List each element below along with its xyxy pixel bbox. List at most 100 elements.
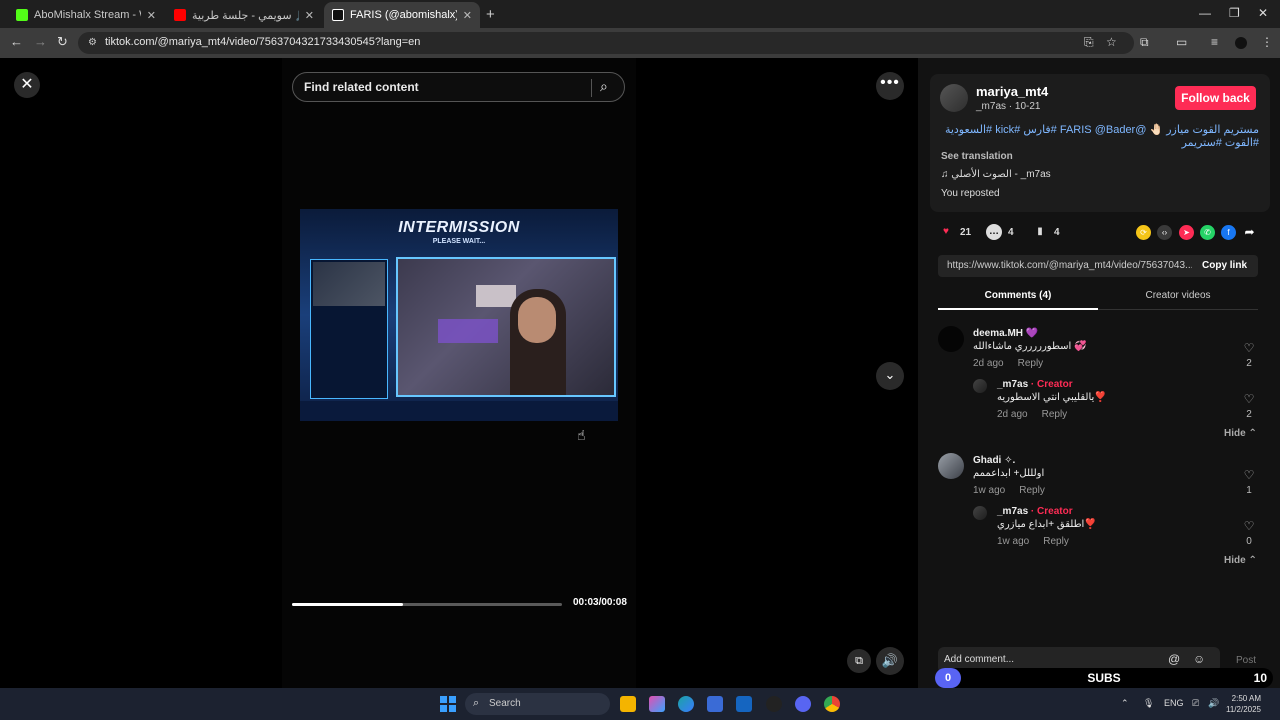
post-comment-button[interactable]: Post xyxy=(1236,655,1256,666)
copilot-icon[interactable] xyxy=(649,696,665,712)
comment-like-count: 2 xyxy=(1246,358,1252,369)
hide-replies-button[interactable]: Hide ⌃ xyxy=(1224,555,1257,566)
avatar[interactable] xyxy=(938,453,964,479)
whatsapp-icon[interactable]: ✆ xyxy=(1200,225,1215,240)
video-link[interactable]: https://www.tiktok.com/@mariya_mt4/video… xyxy=(947,260,1192,271)
subs-label: SUBS xyxy=(1087,671,1121,685)
volume-icon[interactable]: 🔊 xyxy=(1208,698,1219,709)
reload-icon[interactable]: ↻ xyxy=(57,34,68,50)
bookmark-star-icon[interactable]: ☆ xyxy=(1106,35,1117,49)
mouse-cursor-icon: ☝ xyxy=(577,427,586,443)
see-translation-link[interactable]: See translation xyxy=(941,151,1013,162)
media-control-icon[interactable]: ≡ xyxy=(1211,35,1218,49)
tray-overflow-icon[interactable]: ⌃ xyxy=(1121,698,1129,709)
comment-time: 1w ago xyxy=(973,485,1006,496)
comment-like-icon[interactable]: ♡ xyxy=(1242,341,1256,355)
search-placeholder: Find related content xyxy=(304,80,419,94)
comment-button[interactable]: … 4 xyxy=(986,224,1014,240)
reply-button[interactable]: Reply xyxy=(1042,409,1068,420)
embed-icon[interactable]: ‹› xyxy=(1157,225,1172,240)
avatar[interactable] xyxy=(938,326,964,352)
picture-in-picture-button[interactable]: ⧉ xyxy=(847,649,871,673)
close-tab-icon[interactable]: ✕ xyxy=(463,9,472,22)
windows-start-icon[interactable] xyxy=(440,696,456,712)
window-close-icon[interactable]: ✕ xyxy=(1258,6,1268,20)
restore-icon[interactable]: ❐ xyxy=(1229,6,1240,20)
mention-icon[interactable]: @ xyxy=(1168,652,1180,666)
comment-username[interactable]: _m7as · Creator xyxy=(997,506,1073,517)
minimize-icon[interactable]: — xyxy=(1199,6,1211,20)
new-tab-button[interactable]: + xyxy=(486,6,495,23)
forward-icon[interactable]: → xyxy=(34,34,47,49)
extensions-icon[interactable]: ⧉ xyxy=(1140,35,1149,50)
more-options-button[interactable]: ••• xyxy=(876,72,904,100)
facebook-icon[interactable]: f xyxy=(1221,225,1236,240)
reply-button[interactable]: Reply xyxy=(1019,485,1045,496)
send-icon[interactable]: ➤ xyxy=(1179,225,1194,240)
comment-like-icon[interactable]: ♡ xyxy=(1242,519,1256,533)
install-app-icon[interactable]: ⎘ xyxy=(1084,35,1094,50)
close-video-button[interactable]: ✕ xyxy=(14,72,40,98)
tab-comments[interactable]: Comments (4) xyxy=(938,284,1098,310)
post-info-card: mariya_mt4 _m7as · 10-21 Follow back مست… xyxy=(930,74,1270,212)
close-tab-icon[interactable]: ✕ xyxy=(147,9,156,22)
comment-like-icon[interactable]: ♡ xyxy=(1242,392,1256,406)
like-count: 21 xyxy=(960,226,972,238)
volume-button[interactable]: 🔊 xyxy=(876,647,904,675)
tab-tiktok[interactable]: FARIS (@abomishalx) | TikTo ✕ xyxy=(324,2,480,28)
tab-creator-videos[interactable]: Creator videos xyxy=(1098,284,1258,310)
like-button[interactable]: ♥ 21 xyxy=(938,224,971,240)
file-explorer-icon[interactable] xyxy=(620,696,636,712)
follow-back-button[interactable]: Follow back xyxy=(1175,86,1256,110)
taskbar-clock[interactable]: 2:50 AM 11/2/2025 xyxy=(1226,693,1261,715)
avatar[interactable] xyxy=(940,84,968,112)
store-icon[interactable] xyxy=(707,696,723,712)
comment-time: 1w ago xyxy=(997,536,1030,547)
heart-icon: ♥ xyxy=(943,226,949,237)
related-content-search[interactable]: Find related content ⌕ xyxy=(292,72,625,102)
microphone-icon[interactable]: 🎙 xyxy=(1143,698,1154,709)
music-link[interactable]: ♫ الصوت الأصلي - _m7as xyxy=(941,169,1051,180)
language-indicator[interactable]: ENG xyxy=(1164,698,1184,708)
hide-replies-button[interactable]: Hide ⌃ xyxy=(1224,428,1257,439)
browser-menu-icon[interactable]: ⋮ xyxy=(1261,35,1273,49)
chrome-icon[interactable] xyxy=(824,696,840,712)
reply-button[interactable]: Reply xyxy=(1043,536,1069,547)
repost-icon[interactable]: ⟳ xyxy=(1136,225,1151,240)
search-icon[interactable]: ⌕ xyxy=(600,78,608,95)
emoji-icon[interactable]: ☺ xyxy=(1193,652,1205,666)
post-username[interactable]: mariya_mt4 xyxy=(976,84,1048,99)
taskbar-search[interactable]: ⌕ Search xyxy=(465,693,610,715)
avatar[interactable] xyxy=(973,506,987,520)
reply-button[interactable]: Reply xyxy=(1018,358,1044,369)
kick-favicon-icon xyxy=(16,9,28,21)
edge-icon[interactable] xyxy=(678,696,694,712)
avatar[interactable] xyxy=(973,379,987,393)
video-progress-bar[interactable] xyxy=(292,603,562,606)
comment-meta: 2d ago Reply xyxy=(997,409,1081,420)
discord-icon[interactable] xyxy=(795,696,811,712)
post-description: مستريم القوت ميازر 🤚🏻 @FARIS @Bader #فار… xyxy=(944,124,1259,149)
outlook-icon[interactable] xyxy=(736,696,752,712)
next-video-button[interactable]: ⌄ xyxy=(876,362,904,390)
streamer-camera xyxy=(396,257,616,397)
close-tab-icon[interactable]: ✕ xyxy=(305,9,314,22)
back-icon[interactable]: ← xyxy=(10,34,23,49)
comment-username[interactable]: _m7as · Creator xyxy=(997,379,1073,390)
address-bar[interactable]: ⚙ tiktok.com/@mariya_mt4/video/756370432… xyxy=(78,32,1134,54)
save-button[interactable]: ▮ 4 xyxy=(1032,224,1059,240)
comment-meta: 2d ago Reply xyxy=(973,358,1057,369)
clock-time: 2:50 AM xyxy=(1231,694,1261,703)
split-view-icon[interactable]: ▭ xyxy=(1176,35,1187,49)
app-icon[interactable] xyxy=(766,696,782,712)
copy-link-button[interactable]: Copy link xyxy=(1202,260,1247,271)
site-info-icon[interactable]: ⚙ xyxy=(88,37,97,48)
comment-username[interactable]: Ghadi ✧. xyxy=(973,455,1015,466)
comment-username[interactable]: deema.MH 💜 xyxy=(973,328,1038,339)
comment-like-icon[interactable]: ♡ xyxy=(1242,468,1256,482)
network-icon[interactable]: ⎚ xyxy=(1192,698,1199,709)
tab-youtube[interactable]: سويمي - جلسة طربية 🎵 🎶 🎼 🎵 ✕ xyxy=(166,2,322,28)
share-arrow-icon[interactable]: ➦ xyxy=(1242,225,1257,240)
profile-avatar-icon[interactable] xyxy=(1235,37,1247,49)
tab-kick-stream[interactable]: AboMishalx Stream - Watch Liv ✕ xyxy=(8,2,164,28)
